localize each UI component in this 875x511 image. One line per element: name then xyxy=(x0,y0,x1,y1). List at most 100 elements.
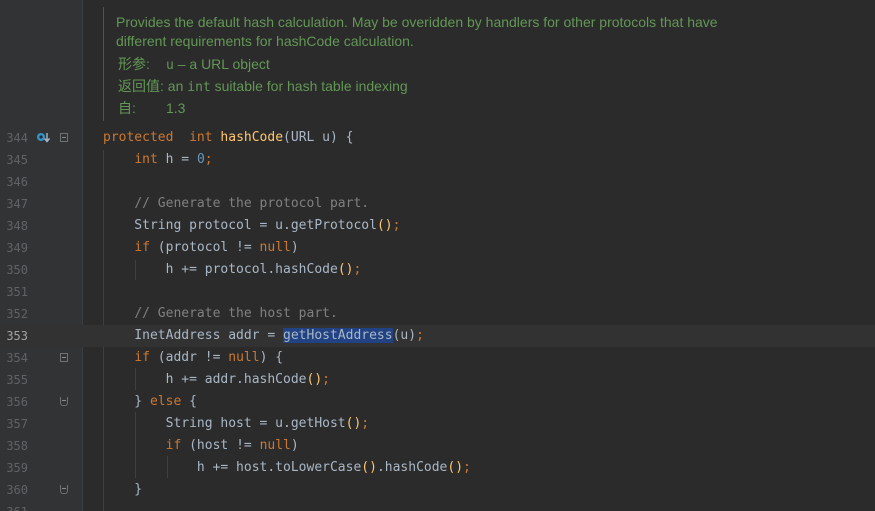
code-text[interactable]: // Generate the protocol part. xyxy=(103,193,369,215)
code-text[interactable]: h += host.toLowerCase().hashCode(); xyxy=(103,457,471,479)
code-line-355[interactable]: 355 h += addr.hashCode(); xyxy=(0,369,875,391)
code-token: h += host.toLowerCase xyxy=(103,460,362,475)
code-line-344[interactable]: 344 protected int hashCode(URL u) { xyxy=(0,127,875,149)
line-number[interactable]: 350 xyxy=(0,259,28,281)
doc-param-row: 形参: u – a URL object xyxy=(118,54,270,74)
line-number[interactable]: 346 xyxy=(0,171,28,193)
code-token: ; xyxy=(204,152,213,167)
code-text[interactable]: if (addr != null) { xyxy=(103,347,283,369)
line-number[interactable]: 347 xyxy=(0,193,28,215)
overrides-method-icon[interactable] xyxy=(36,131,50,145)
code-token: (u) xyxy=(392,328,417,343)
code-token: null xyxy=(228,350,260,365)
code-token: ; xyxy=(416,328,424,343)
fold-marker-icon[interactable] xyxy=(60,485,68,494)
code-text[interactable]: } xyxy=(103,479,142,501)
code-line-348[interactable]: 348 String protocol = u.getProtocol(); xyxy=(0,215,875,237)
code-text[interactable]: h += protocol.hashCode(); xyxy=(103,259,362,281)
code-line-361[interactable]: 361 xyxy=(0,501,875,511)
code-line-356[interactable]: 356 } else { xyxy=(0,391,875,413)
line-number[interactable]: 360 xyxy=(0,479,28,501)
line-number[interactable]: 361 xyxy=(0,501,28,511)
code-token: 0 xyxy=(196,152,205,167)
code-token: } xyxy=(103,482,143,497)
code-editor[interactable]: Provides the default hash calculation. M… xyxy=(0,0,875,511)
code-token: int xyxy=(189,130,213,145)
line-number[interactable]: 353 xyxy=(0,325,28,347)
doc-param-label: 形参: xyxy=(118,56,150,72)
code-token: if xyxy=(134,240,150,255)
line-number[interactable]: 358 xyxy=(0,435,28,457)
code-text[interactable]: String host = u.getHost(); xyxy=(103,413,370,435)
line-number[interactable]: 344 xyxy=(0,127,28,149)
code-token: () xyxy=(447,460,464,475)
code-line-352[interactable]: 352 // Generate the host part. xyxy=(0,303,875,325)
doc-param-desc: – a URL object xyxy=(173,56,270,72)
code-token: ) xyxy=(290,438,299,453)
code-token: ; xyxy=(392,218,401,233)
code-line-354[interactable]: 354 if (addr != null) { xyxy=(0,347,875,369)
code-token: } xyxy=(103,394,150,409)
code-token: // Generate the host part. xyxy=(134,306,338,321)
code-token: // Generate the protocol part. xyxy=(134,196,370,211)
rendered-javadoc[interactable]: Provides the default hash calculation. M… xyxy=(103,7,743,121)
code-text[interactable]: } else { xyxy=(103,391,197,413)
code-token: InetAddress addr = xyxy=(103,328,284,343)
code-line-357[interactable]: 357 String host = u.getHost(); xyxy=(0,413,875,435)
code-token: protected xyxy=(103,130,174,145)
line-number[interactable]: 359 xyxy=(0,457,28,479)
code-line-360[interactable]: 360 } xyxy=(0,479,875,501)
code-line-350[interactable]: 350 h += protocol.hashCode(); xyxy=(0,259,875,281)
code-line-346[interactable]: 346 xyxy=(0,171,875,193)
code-line-347[interactable]: 347 // Generate the protocol part. xyxy=(0,193,875,215)
code-token: ; xyxy=(322,372,330,387)
line-number[interactable]: 354 xyxy=(0,347,28,369)
code-token: ) xyxy=(290,240,299,255)
line-number[interactable]: 349 xyxy=(0,237,28,259)
fold-marker-icon[interactable] xyxy=(60,397,68,406)
code-line-345[interactable]: 345 int h = 0; xyxy=(0,149,875,171)
line-number[interactable]: 356 xyxy=(0,391,28,413)
fold-marker-icon[interactable] xyxy=(60,353,68,362)
code-line-359[interactable]: 359 h += host.toLowerCase().hashCode(); xyxy=(0,457,875,479)
code-token: { xyxy=(181,394,197,409)
doc-return-post: suitable for hash table indexing xyxy=(210,78,408,94)
code-line-351[interactable]: 351 xyxy=(0,281,875,303)
code-token: hashCode xyxy=(212,130,284,145)
doc-param-name: u xyxy=(166,58,174,73)
line-number[interactable]: 357 xyxy=(0,413,28,435)
code-token: (addr != xyxy=(149,350,229,365)
code-text[interactable]: InetAddress addr = getHostAddress(u); xyxy=(103,325,424,347)
doc-return-row: 返回值: an int suitable for hash table inde… xyxy=(118,76,408,96)
code-text[interactable]: int h = 0; xyxy=(103,149,213,171)
code-text[interactable]: String protocol = u.getProtocol(); xyxy=(103,215,400,237)
fold-marker-icon[interactable] xyxy=(60,133,68,142)
code-token: else xyxy=(149,394,182,409)
line-number[interactable]: 345 xyxy=(0,149,28,171)
line-number[interactable]: 351 xyxy=(0,281,28,303)
code-token: int xyxy=(134,152,158,167)
code-text[interactable]: if (protocol != null) xyxy=(103,237,299,259)
code-token: ; xyxy=(463,460,471,475)
code-token: () xyxy=(361,460,377,475)
code-text[interactable]: h += addr.hashCode(); xyxy=(103,369,330,391)
code-token: .hashCode xyxy=(376,460,448,475)
code-token: (protocol != xyxy=(149,240,260,255)
line-number[interactable]: 352 xyxy=(0,303,28,325)
code-token: ; xyxy=(361,416,370,431)
code-line-353[interactable]: 353 InetAddress addr = getHostAddress(u)… xyxy=(0,325,875,347)
code-line-358[interactable]: 358 if (host != null) xyxy=(0,435,875,457)
code-token: (URL u) { xyxy=(283,130,354,145)
code-text[interactable]: // Generate the host part. xyxy=(103,303,338,325)
code-text[interactable]: if (host != null) xyxy=(103,435,299,457)
code-token: String host = u.getHost xyxy=(103,416,346,431)
doc-return-label: 返回值: xyxy=(118,78,164,94)
code-line-349[interactable]: 349 if (protocol != null) xyxy=(0,237,875,259)
code-text[interactable]: protected int hashCode(URL u) { xyxy=(103,127,354,149)
line-number[interactable]: 348 xyxy=(0,215,28,237)
line-number[interactable]: 355 xyxy=(0,369,28,391)
